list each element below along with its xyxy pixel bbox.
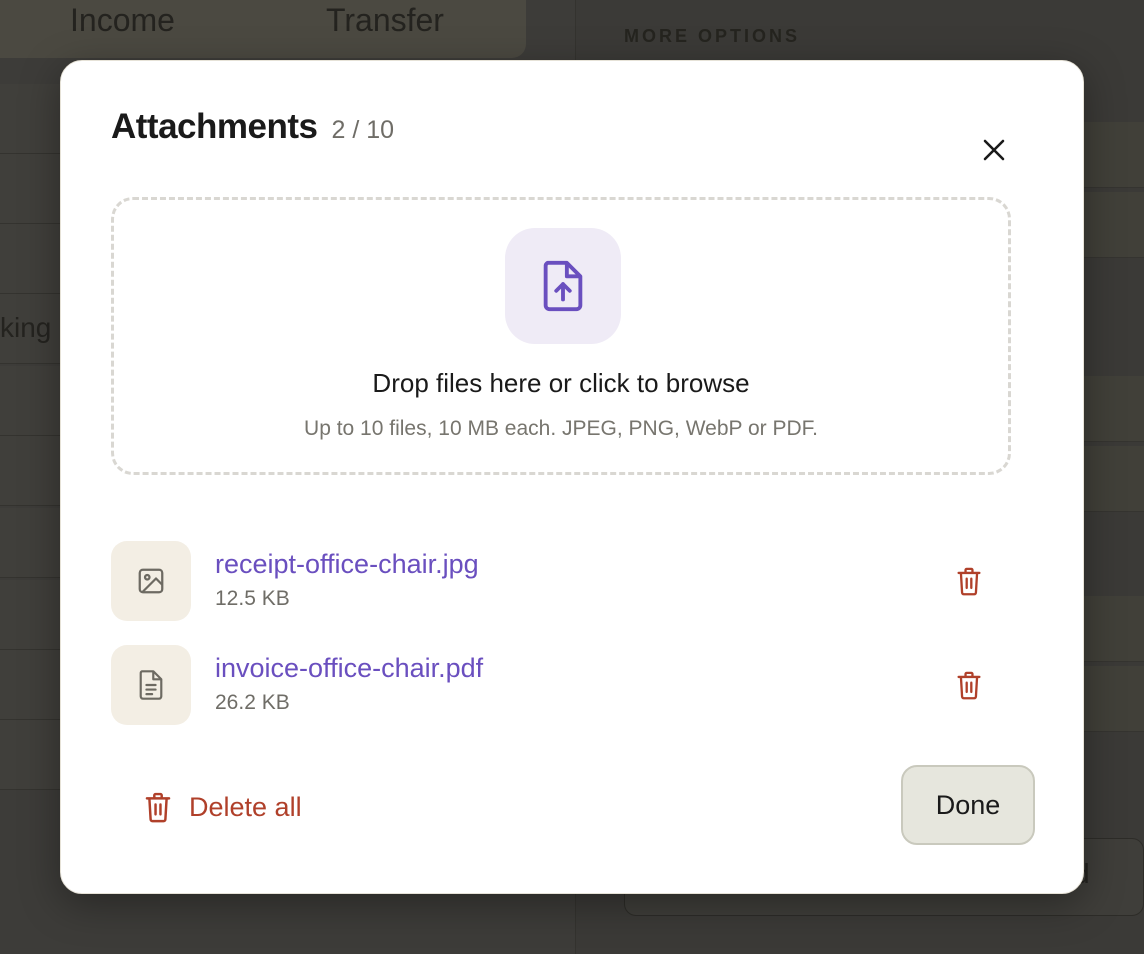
background-right-row — [1080, 666, 1144, 732]
attachment-row: invoice-office-chair.pdf 26.2 KB — [111, 645, 1011, 725]
background-right-row — [1080, 446, 1144, 512]
background-right-row — [1080, 122, 1144, 188]
done-button[interactable]: Done — [901, 765, 1035, 845]
file-thumbnail — [111, 541, 191, 621]
attachment-size: 12.5 KB — [215, 587, 290, 610]
attachment-name-link[interactable]: invoice-office-chair.pdf — [215, 653, 483, 684]
close-button[interactable] — [977, 133, 1011, 167]
background-tab-transfer: Transfer — [326, 2, 444, 38]
file-thumbnail — [111, 645, 191, 725]
document-icon — [139, 670, 163, 700]
attachment-name-link[interactable]: receipt-office-chair.jpg — [215, 549, 479, 580]
modal-header: Attachments 2 / 10 — [111, 107, 394, 147]
background-right-row — [1080, 596, 1144, 662]
delete-all-button[interactable]: Delete all — [143, 787, 302, 827]
delete-attachment-button[interactable] — [951, 563, 987, 599]
dropzone-subtitle: Up to 10 files, 10 MB each. JPEG, PNG, W… — [304, 417, 818, 440]
file-dropzone[interactable]: Drop files here or click to browse Up to… — [111, 197, 1011, 475]
dropzone-title: Drop files here or click to browse — [372, 368, 750, 398]
file-upload-icon — [543, 260, 583, 312]
background-right-row — [1080, 192, 1144, 258]
trash-icon — [145, 792, 171, 823]
attachment-size: 26.2 KB — [215, 691, 290, 714]
attachments-modal: Attachments 2 / 10 Drop files here or cl… — [60, 60, 1084, 894]
modal-title: Attachments — [111, 107, 318, 146]
image-icon — [138, 568, 164, 594]
background-right-row — [1080, 376, 1144, 442]
close-icon — [983, 139, 1005, 161]
background-more-options-label: MORE OPTIONS — [624, 26, 801, 46]
background-tab-income: Income — [70, 2, 175, 38]
delete-attachment-button[interactable] — [951, 667, 987, 703]
background-tab-bar: Income Transfer — [0, 0, 526, 58]
trash-icon — [957, 567, 981, 596]
delete-all-label: Delete all — [189, 791, 302, 822]
attachment-row: receipt-office-chair.jpg 12.5 KB — [111, 541, 1011, 621]
dropzone-icon-tile — [505, 228, 621, 344]
trash-icon — [957, 671, 981, 700]
background-ghost-text: king — [0, 312, 52, 343]
attachment-count: 2 / 10 — [331, 116, 395, 144]
